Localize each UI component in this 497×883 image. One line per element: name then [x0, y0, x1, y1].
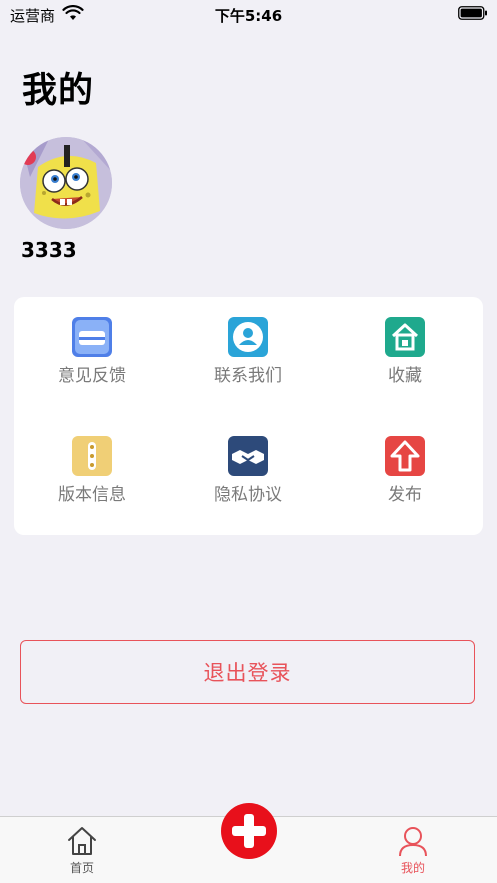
- menu-item-label: 发布: [388, 485, 422, 505]
- tab-label: 我的: [400, 861, 425, 875]
- privacy-icon: [228, 436, 268, 476]
- menu-item-favorites[interactable]: 收藏: [327, 317, 483, 417]
- menu-item-label: 收藏: [388, 366, 422, 386]
- battery-icon: [458, 6, 487, 20]
- username: 3333: [21, 238, 77, 262]
- menu-item-label: 隐私协议: [214, 485, 282, 505]
- tab-mine[interactable]: 我的: [373, 825, 453, 876]
- home-icon: [68, 827, 96, 855]
- menu-item-feedback[interactable]: 意见反馈: [14, 317, 170, 417]
- menu-item-privacy[interactable]: 隐私协议: [170, 436, 326, 536]
- status-bar: 运营商 下午5:46: [0, 0, 497, 28]
- logout-label: 退出登录: [203, 661, 292, 685]
- avatar[interactable]: [20, 137, 112, 229]
- menu-item-label: 意见反馈: [58, 366, 126, 386]
- menu-grid: 意见反馈 联系我们 收藏 版本信息 隐私协议 发布: [14, 297, 483, 535]
- publish-icon: [385, 436, 425, 476]
- avatar-image: [20, 137, 112, 229]
- contact-icon: [228, 317, 268, 357]
- menu-item-label: 版本信息: [58, 485, 126, 505]
- version-icon: [72, 436, 112, 476]
- menu-item-version[interactable]: 版本信息: [14, 436, 170, 536]
- menu-item-label: 联系我们: [214, 366, 282, 386]
- menu-item-publish[interactable]: 发布: [327, 436, 483, 536]
- publish-fab-button[interactable]: [221, 803, 277, 859]
- user-icon: [399, 827, 427, 857]
- logout-button[interactable]: 退出登录: [20, 640, 475, 704]
- status-time: 下午5:46: [214, 7, 283, 25]
- page-title: 我的: [22, 71, 95, 111]
- favorites-icon: [385, 317, 425, 357]
- menu-item-contact[interactable]: 联系我们: [170, 317, 326, 417]
- feedback-icon: [72, 317, 112, 357]
- plus-icon: [232, 814, 266, 848]
- tab-home[interactable]: 首页: [42, 825, 122, 876]
- tab-label: 首页: [69, 861, 94, 875]
